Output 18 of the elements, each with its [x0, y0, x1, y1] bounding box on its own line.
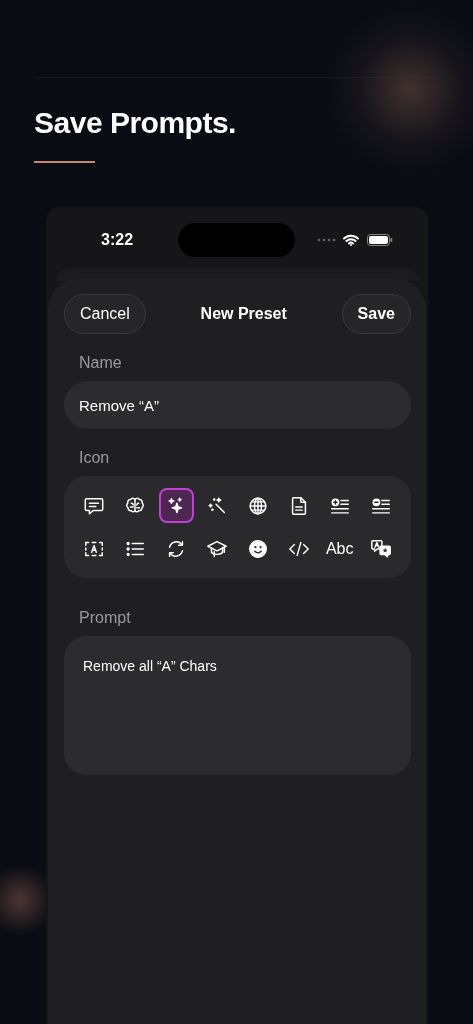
translate-icon [369, 537, 392, 560]
save-button[interactable]: Save [341, 294, 411, 334]
text-style-option[interactable]: Abc [322, 531, 358, 566]
battery-icon [367, 234, 393, 246]
wifi-icon [343, 234, 359, 246]
smiley-icon [246, 537, 269, 560]
field-label: Icon [79, 449, 111, 467]
status-time: 3:22 [101, 231, 135, 249]
name-field[interactable]: Remove “A” [64, 381, 411, 429]
page-title: Save Prompts. [34, 105, 237, 141]
prompt-field[interactable]: Remove all “A” Chars [64, 636, 411, 775]
accent-line [34, 161, 95, 163]
sheet-title: New Preset [200, 305, 287, 323]
field-label: Prompt [79, 609, 132, 627]
signal-icon [317, 238, 337, 242]
cancel-button[interactable]: Cancel [64, 294, 146, 334]
field-label: Name [79, 354, 123, 372]
icon-option[interactable] [158, 488, 194, 523]
